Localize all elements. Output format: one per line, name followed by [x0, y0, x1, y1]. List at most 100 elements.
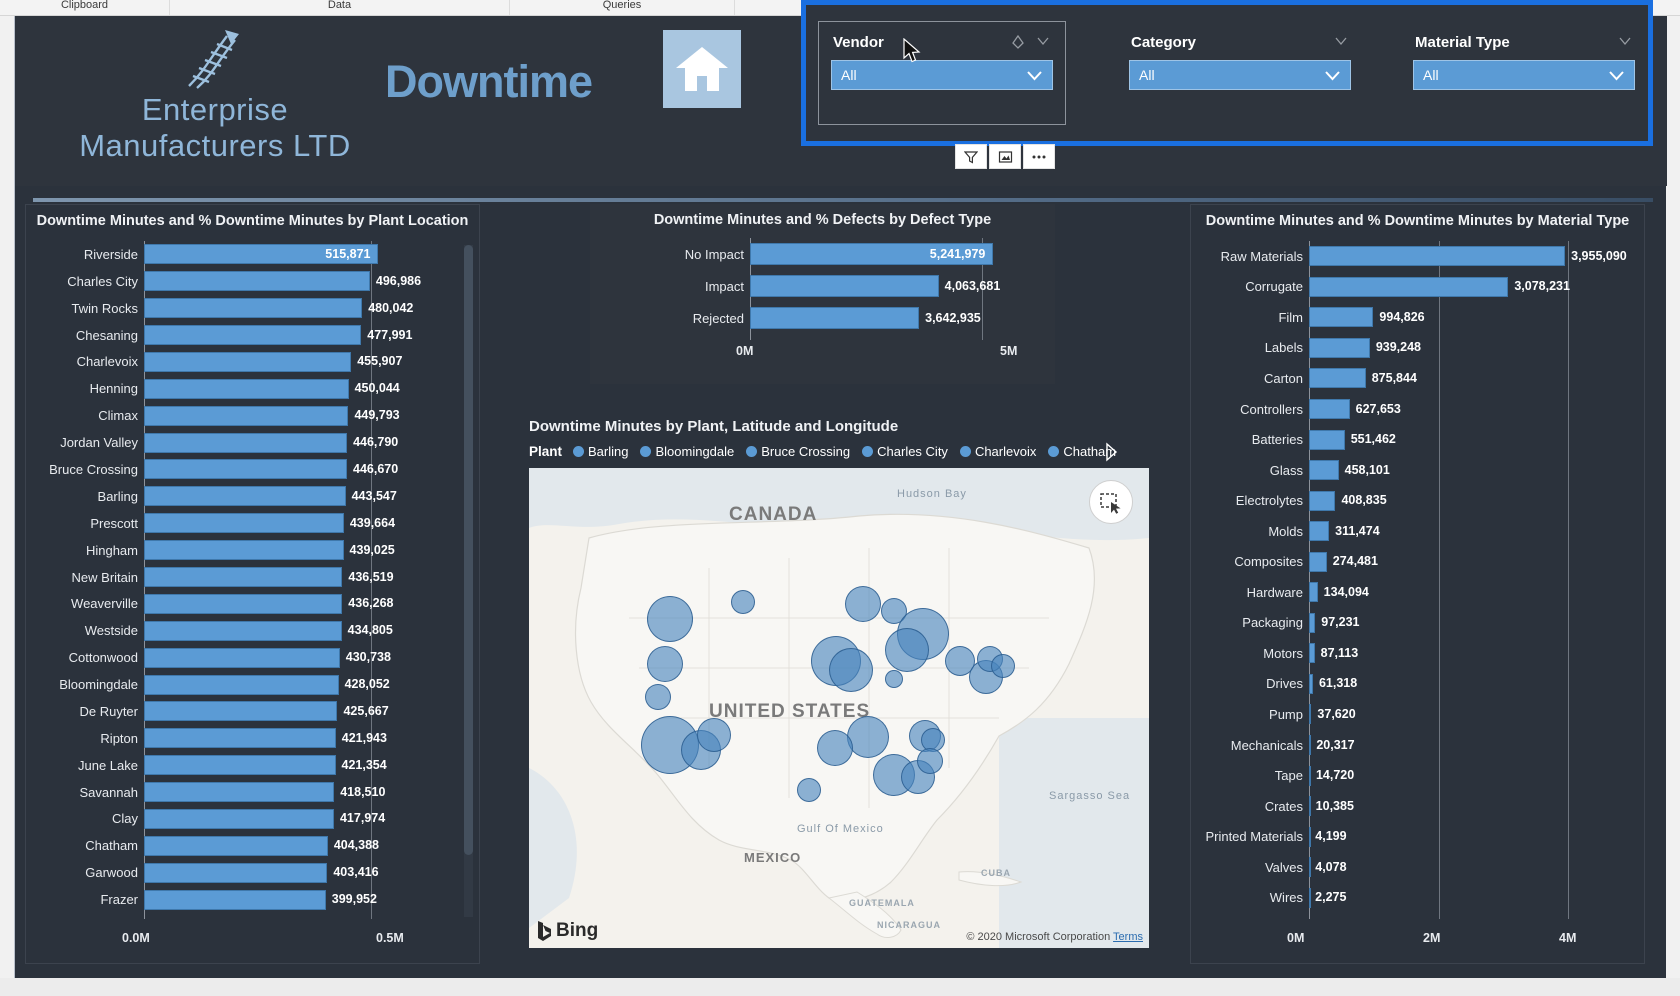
bar[interactable] [1309, 796, 1311, 817]
category-label[interactable]: Jordan Valley [26, 435, 138, 450]
category-label[interactable]: Weaverville [26, 596, 138, 611]
category-label[interactable]: Raw Materials [1191, 249, 1303, 264]
category-label[interactable]: Garwood [26, 865, 138, 880]
category-label[interactable]: Riverside [26, 247, 138, 262]
bar[interactable] [1309, 765, 1311, 786]
home-button[interactable] [663, 30, 741, 108]
legend-item[interactable]: Charles City [862, 444, 948, 459]
map-bubble[interactable] [845, 586, 881, 622]
category-label[interactable]: Savannah [26, 785, 138, 800]
legend-item[interactable]: Charlevoix [959, 444, 1036, 459]
category-label[interactable]: Ripton [26, 731, 138, 746]
bar[interactable] [144, 298, 363, 319]
category-label[interactable]: Chatham [26, 838, 138, 853]
map-bubble[interactable] [647, 646, 683, 682]
select-region-icon[interactable] [1089, 480, 1133, 524]
map-bubble[interactable] [697, 718, 731, 752]
map-bubble[interactable] [797, 778, 821, 802]
bar[interactable] [144, 889, 326, 910]
category-label[interactable]: Westside [26, 623, 138, 638]
map-bubble[interactable] [731, 590, 755, 614]
category-label[interactable]: Electrolytes [1191, 493, 1303, 508]
chevron-right-icon[interactable] [1103, 442, 1119, 462]
bar[interactable] [1309, 337, 1370, 358]
category-label[interactable]: Controllers [1191, 402, 1303, 417]
category-label[interactable]: Packaging [1191, 615, 1303, 630]
category-label[interactable]: Crates [1191, 799, 1303, 814]
bar[interactable] [1309, 735, 1311, 755]
map-bubble[interactable] [817, 730, 853, 766]
chart-downtime-by-defect-type[interactable]: Downtime Minutes and % Defects by Defect… [590, 204, 1055, 384]
category-label[interactable]: Pump [1191, 707, 1303, 722]
category-label[interactable]: Barling [26, 489, 138, 504]
ribbon-group-queries[interactable]: Queries [510, 0, 735, 15]
bar[interactable] [1309, 399, 1350, 419]
category-label[interactable]: Glass [1191, 463, 1303, 478]
legend-item[interactable]: Bruce Crossing [746, 444, 850, 459]
bar[interactable] [144, 620, 342, 641]
chevron-down-icon[interactable] [1619, 36, 1631, 46]
bar[interactable] [1309, 307, 1374, 328]
bar[interactable] [1309, 582, 1318, 603]
legend-item[interactable]: Bloomingdale [640, 444, 734, 459]
bar[interactable] [1309, 368, 1366, 389]
bar[interactable] [750, 307, 920, 329]
category-label[interactable]: Climax [26, 408, 138, 423]
map-viewport[interactable]: CANADA UNITED STATES MEXICO Hudson Bay G… [529, 468, 1149, 948]
bar[interactable] [1309, 551, 1327, 572]
ribbon-group-data[interactable]: Data [170, 0, 510, 15]
bar[interactable] [1309, 673, 1313, 694]
bar[interactable] [1309, 276, 1509, 297]
category-label[interactable]: Corrugate [1191, 279, 1303, 294]
category-label[interactable]: Tape [1191, 768, 1303, 783]
more-options-icon[interactable] [1023, 144, 1055, 169]
legend-item[interactable]: Barling [573, 444, 628, 459]
focus-mode-icon[interactable] [989, 144, 1021, 169]
category-label[interactable]: Composites [1191, 554, 1303, 569]
bar[interactable] [1309, 460, 1339, 481]
bar[interactable] [144, 567, 343, 587]
map-bubble[interactable] [647, 596, 693, 642]
category-label[interactable]: Bloomingdale [26, 677, 138, 692]
bar[interactable] [1309, 643, 1315, 664]
bar[interactable] [144, 728, 336, 749]
category-label[interactable]: Labels [1191, 340, 1303, 355]
bar[interactable] [1309, 857, 1311, 878]
category-label[interactable]: De Ruyter [26, 704, 138, 719]
category-label[interactable]: Mechanicals [1191, 738, 1303, 753]
category-label[interactable]: Bruce Crossing [26, 462, 138, 477]
slicer-vendor-dropdown[interactable]: All [831, 60, 1053, 90]
bar[interactable] [144, 862, 328, 883]
slicer-material-type[interactable]: Material Type All [1400, 21, 1648, 125]
category-label[interactable]: Charlevoix [26, 354, 138, 369]
bar[interactable] [144, 835, 328, 856]
category-label[interactable]: Hardware [1191, 585, 1303, 600]
map-downtime-by-plant[interactable]: Downtime Minutes by Plant, Latitude and … [515, 416, 1155, 964]
category-label[interactable]: Rejected [590, 311, 744, 326]
category-label[interactable]: Drives [1191, 676, 1303, 691]
bar[interactable] [144, 271, 370, 292]
map-terms-link[interactable]: Terms [1113, 931, 1143, 943]
category-label[interactable]: Clay [26, 811, 138, 826]
map-bubble[interactable] [885, 670, 903, 688]
slicer-category-dropdown[interactable]: All [1129, 60, 1351, 90]
category-label[interactable]: Motors [1191, 646, 1303, 661]
category-label[interactable]: Hingham [26, 543, 138, 558]
bar[interactable] [1309, 887, 1311, 908]
plant-scrollbar-thumb[interactable] [464, 245, 473, 855]
bar[interactable] [144, 647, 340, 668]
chevron-down-icon[interactable] [1335, 36, 1347, 46]
bar[interactable] [144, 405, 349, 426]
slicer-vendor[interactable]: Vendor All [818, 21, 1066, 125]
bar[interactable] [144, 701, 338, 722]
map-bubble[interactable] [885, 628, 929, 672]
chart-downtime-by-plant-location[interactable]: Downtime Minutes and % Downtime Minutes … [25, 204, 480, 964]
bar[interactable] [1309, 521, 1330, 542]
bar[interactable] [144, 674, 339, 695]
bar[interactable] [144, 351, 352, 372]
eraser-icon[interactable] [1011, 35, 1025, 49]
chevron-down-icon[interactable] [1037, 36, 1049, 46]
bar[interactable] [144, 486, 346, 507]
bar[interactable] [144, 540, 344, 561]
bar[interactable] [144, 782, 335, 803]
